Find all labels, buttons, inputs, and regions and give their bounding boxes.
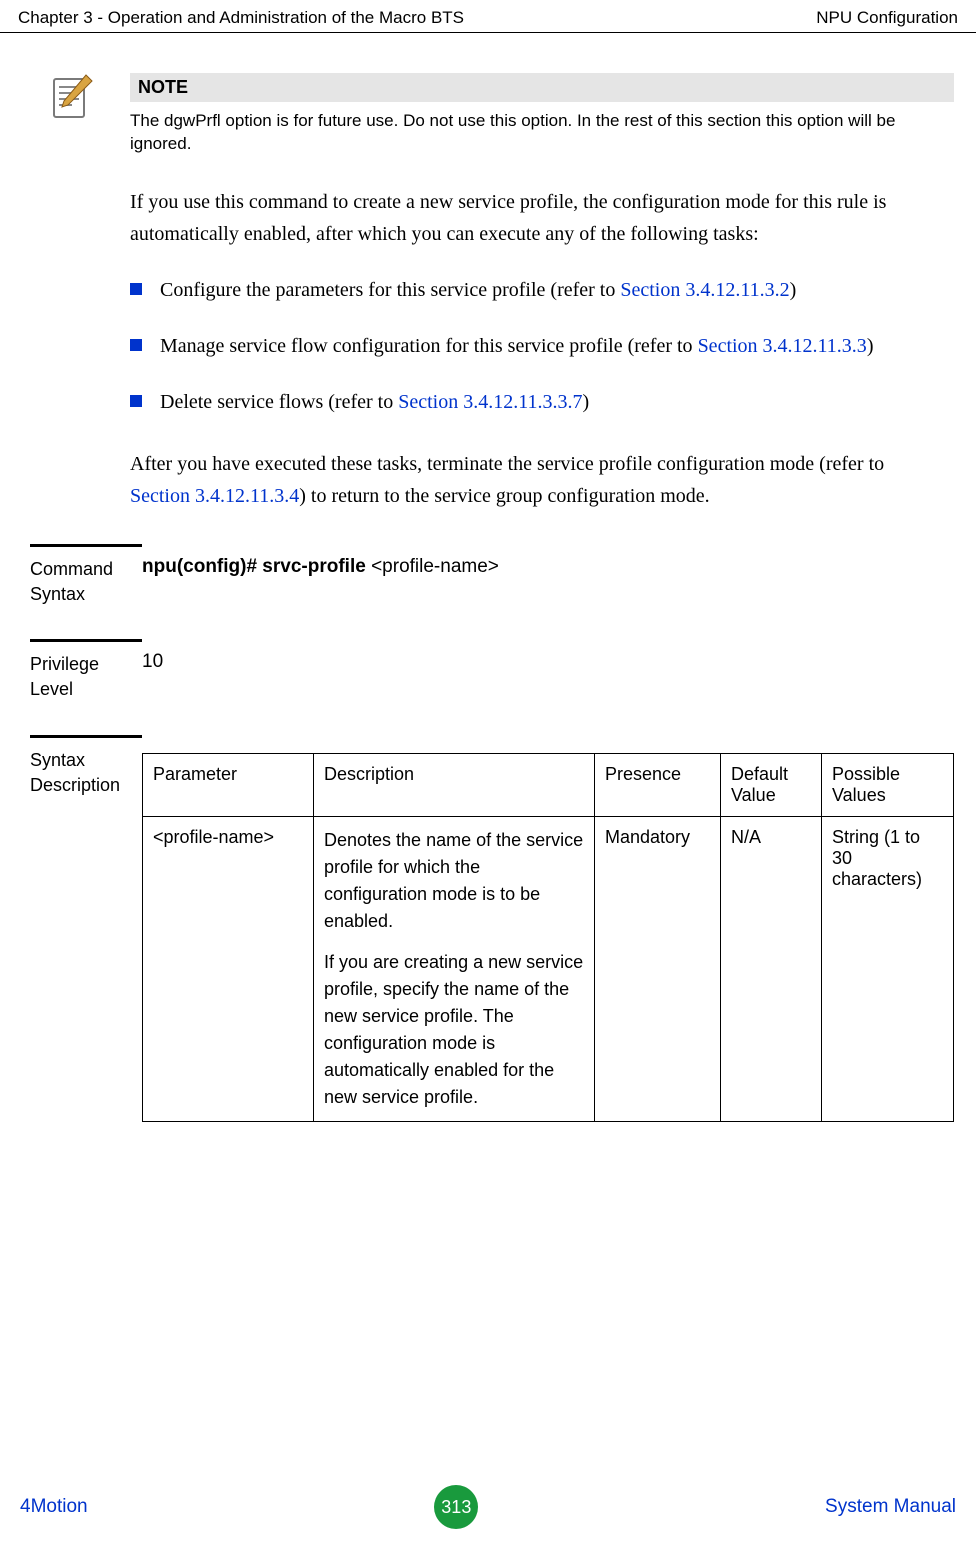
list-item: Manage service flow configuration for th…	[130, 330, 934, 362]
cell-description: Denotes the name of the service profile …	[314, 816, 595, 1121]
header-right: NPU Configuration	[816, 8, 958, 28]
bullet-post: )	[582, 391, 589, 413]
document-page: Chapter 3 - Operation and Administration…	[0, 0, 976, 1545]
section-link[interactable]: Section 3.4.12.11.3.4	[130, 485, 299, 507]
note-icon-wrap	[30, 73, 130, 128]
command-syntax-section: Command Syntax npu(config)# srvc-profile…	[30, 544, 954, 607]
page-footer: 4Motion 313 System Manual	[0, 1473, 976, 1545]
note-text: The dgwPrfl option is for future use. Do…	[130, 110, 954, 156]
note-body: NOTE The dgwPrfl option is for future us…	[130, 73, 954, 156]
col-parameter: Parameter	[143, 753, 314, 816]
col-presence: Presence	[595, 753, 721, 816]
section-link[interactable]: Section 3.4.12.11.3.3.7	[398, 391, 582, 413]
cell-parameter: <profile-name>	[143, 816, 314, 1121]
cell-possible: String (1 to 30 characters)	[822, 816, 954, 1121]
page-content: NOTE The dgwPrfl option is for future us…	[0, 33, 976, 1122]
bullet-icon	[130, 395, 142, 407]
command-syntax-bold: npu(config)# srvc-profile	[142, 556, 371, 577]
bullet-list: Configure the parameters for this servic…	[130, 274, 934, 418]
list-item: Configure the parameters for this servic…	[130, 274, 934, 306]
privilege-level-section: Privilege Level 10	[30, 639, 954, 702]
privilege-level-label: Privilege Level	[30, 639, 142, 702]
after-post: ) to return to the service group configu…	[299, 485, 709, 507]
page-header: Chapter 3 - Operation and Administration…	[0, 0, 976, 33]
intro-paragraph: If you use this command to create a new …	[130, 186, 934, 250]
col-default-value: Default Value	[721, 753, 822, 816]
cell-description-p1: Denotes the name of the service profile …	[324, 827, 584, 935]
command-syntax-label: Command Syntax	[30, 544, 142, 607]
bullet-post: )	[867, 335, 874, 357]
bullet-post: )	[790, 279, 797, 301]
syntax-description-label: Syntax Description	[30, 735, 142, 1122]
bullet-text: Manage service flow configuration for th…	[160, 330, 873, 362]
note-block: NOTE The dgwPrfl option is for future us…	[30, 73, 954, 156]
syntax-description-section: Syntax Description Parameter Description…	[30, 735, 954, 1122]
command-syntax-arg: <profile-name>	[371, 556, 499, 577]
cell-description-p2: If you are creating a new service profil…	[324, 949, 584, 1111]
bullet-text: Configure the parameters for this servic…	[160, 274, 796, 306]
table-header-row: Parameter Description Presence Default V…	[143, 753, 954, 816]
list-item: Delete service flows (refer to Section 3…	[130, 386, 934, 418]
after-bullets-paragraph: After you have executed these tasks, ter…	[130, 448, 934, 512]
section-link[interactable]: Section 3.4.12.11.3.2	[620, 279, 789, 301]
page-number-badge: 313	[434, 1485, 478, 1529]
bullet-icon	[130, 283, 142, 295]
bullet-pre: Configure the parameters for this servic…	[160, 279, 620, 301]
bullet-pre: Manage service flow configuration for th…	[160, 335, 698, 357]
col-description: Description	[314, 753, 595, 816]
syntax-table: Parameter Description Presence Default V…	[142, 753, 954, 1122]
note-icon	[50, 73, 94, 123]
cell-default: N/A	[721, 816, 822, 1121]
body-text: If you use this command to create a new …	[130, 186, 934, 512]
command-syntax-value: npu(config)# srvc-profile <profile-name>	[142, 544, 954, 607]
footer-right: System Manual	[825, 1496, 956, 1518]
footer-left: 4Motion	[20, 1496, 88, 1518]
bullet-icon	[130, 339, 142, 351]
section-link[interactable]: Section 3.4.12.11.3.3	[698, 335, 867, 357]
col-possible-values: Possible Values	[822, 753, 954, 816]
bullet-text: Delete service flows (refer to Section 3…	[160, 386, 589, 418]
note-title: NOTE	[130, 73, 954, 102]
after-pre: After you have executed these tasks, ter…	[130, 453, 884, 475]
privilege-level-value: 10	[142, 639, 954, 702]
table-row: <profile-name> Denotes the name of the s…	[143, 816, 954, 1121]
bullet-pre: Delete service flows (refer to	[160, 391, 398, 413]
cell-presence: Mandatory	[595, 816, 721, 1121]
header-left: Chapter 3 - Operation and Administration…	[18, 8, 464, 28]
syntax-description-body: Parameter Description Presence Default V…	[142, 735, 954, 1122]
